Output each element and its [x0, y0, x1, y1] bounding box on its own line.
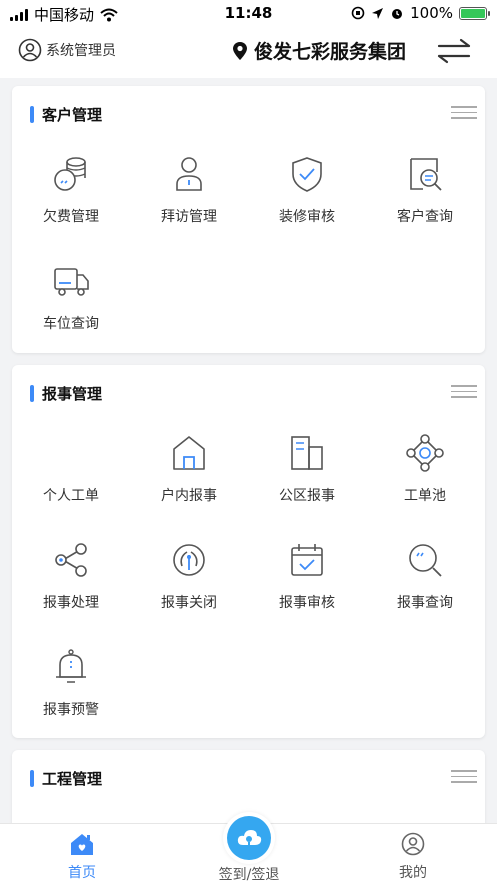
bell-icon — [51, 647, 91, 687]
card-title-text: 客户管理 — [42, 106, 103, 124]
drag-handle-icon[interactable] — [451, 770, 477, 787]
menu-item-label: 工单池 — [404, 488, 446, 504]
menu-item-customer-query[interactable]: 客户查询 — [366, 142, 484, 249]
tab-label: 首页 — [68, 865, 96, 881]
menu-item-label: 欠费管理 — [43, 209, 99, 225]
search-icon — [405, 540, 445, 580]
checkin-button-wrap — [199, 812, 299, 864]
card-title: 工程管理 — [30, 768, 102, 789]
menu-item-label: 公区报事 — [279, 488, 335, 504]
tab-label: 我的 — [399, 865, 427, 881]
menu-item-report-review[interactable]: 报事审核 — [248, 528, 366, 635]
swap-icon[interactable] — [437, 38, 471, 64]
drag-handle-icon[interactable] — [451, 385, 477, 402]
drag-handle-icon[interactable] — [451, 106, 477, 123]
menu-item-visit[interactable]: 拜访管理 — [130, 142, 248, 249]
menu-item-label: 报事查询 — [397, 595, 453, 611]
location-pin-icon — [233, 41, 247, 60]
user-name: 系统管理员 — [46, 43, 116, 59]
menu-item-label: 报事关闭 — [161, 595, 217, 611]
document-search-icon — [405, 154, 445, 194]
card-title-text: 工程管理 — [42, 770, 103, 788]
profile-icon — [401, 832, 425, 856]
card-title: 报事管理 — [30, 383, 102, 404]
house-icon — [169, 433, 209, 473]
menu-item-label: 报事预警 — [43, 702, 99, 718]
menu-item-report-alert[interactable]: 报事预警 — [12, 635, 130, 742]
card-title-text: 报事管理 — [42, 385, 103, 403]
menu-item-label: 个人工单 — [43, 488, 99, 504]
menu-item-label: 户内报事 — [161, 488, 217, 504]
org-selector[interactable]: 俊发七彩服务集团 — [232, 37, 406, 64]
bottom-tab-bar: 首页 签到/签退 我的 — [0, 812, 497, 883]
power-icon — [169, 540, 209, 580]
menu-item-public-report[interactable]: 公区报事 — [248, 421, 366, 528]
tab-home[interactable]: 首页 — [32, 832, 132, 882]
alarm-icon — [392, 9, 403, 19]
buildings-icon — [287, 433, 327, 473]
personal-order-icon — [51, 433, 91, 473]
customer-management-card: 客户管理 欠费管理 拜访管理 装修审核 客户查询 车位查询 — [12, 86, 485, 353]
tab-mine[interactable]: 我的 — [363, 832, 463, 882]
share-icon — [51, 540, 91, 580]
person-icon — [169, 154, 209, 194]
tab-label: 签到/签退 — [218, 867, 280, 883]
card-title: 客户管理 — [30, 104, 102, 125]
coins-icon — [51, 154, 91, 194]
title-accent-bar — [30, 770, 34, 787]
menu-item-label: 报事处理 — [43, 595, 99, 611]
menu-item-report-query[interactable]: 报事查询 — [366, 528, 484, 635]
menu-item-report-handle[interactable]: 报事处理 — [12, 528, 130, 635]
report-management-card: 报事管理 个人工单 户内报事 公区报事 工单池 报事处理 报事关闭 报事审核 报… — [12, 365, 485, 738]
menu-item-report-close[interactable]: 报事关闭 — [130, 528, 248, 635]
card-grid: 个人工单 户内报事 公区报事 工单池 报事处理 报事关闭 报事审核 报事查询 报… — [12, 421, 485, 742]
menu-item-parking-query[interactable]: 车位查询 — [12, 249, 130, 356]
menu-item-label: 装修审核 — [279, 209, 335, 225]
menu-item-indoor-report[interactable]: 户内报事 — [130, 421, 248, 528]
app-header: 系统管理员 俊发七彩服务集团 — [0, 26, 497, 78]
status-bar: 中国移动 11:48 100% — [0, 0, 497, 26]
menu-item-arrears[interactable]: 欠费管理 — [12, 142, 130, 249]
cloud-checkin-icon — [227, 816, 271, 860]
battery-percent: 100% — [410, 4, 453, 22]
shield-check-icon — [287, 154, 327, 194]
menu-item-label: 客户查询 — [397, 209, 453, 225]
user-avatar-icon — [18, 38, 42, 62]
status-right: 100% — [351, 4, 490, 22]
truck-icon — [51, 261, 91, 301]
checkin-button[interactable] — [223, 812, 275, 864]
home-icon — [71, 834, 93, 855]
tab-checkin[interactable]: 签到/签退 — [199, 812, 299, 883]
menu-item-order-pool[interactable]: 工单池 — [366, 421, 484, 528]
title-accent-bar — [30, 385, 34, 402]
network-icon — [405, 433, 445, 473]
menu-item-label: 报事审核 — [279, 595, 335, 611]
menu-item-renovation-review[interactable]: 装修审核 — [248, 142, 366, 249]
title-accent-bar — [30, 106, 34, 123]
menu-item-personal-order[interactable]: 个人工单 — [12, 421, 130, 528]
card-grid: 欠费管理 拜访管理 装修审核 客户查询 车位查询 — [12, 142, 485, 356]
user-info[interactable]: 系统管理员 — [18, 38, 116, 62]
battery-icon — [459, 6, 490, 20]
menu-item-label: 车位查询 — [43, 316, 99, 332]
org-name: 俊发七彩服务集团 — [254, 41, 407, 63]
menu-item-label: 拜访管理 — [161, 209, 217, 225]
orientation-lock-icon — [351, 6, 365, 20]
location-arrow-icon — [372, 7, 384, 19]
calendar-check-icon — [287, 540, 327, 580]
